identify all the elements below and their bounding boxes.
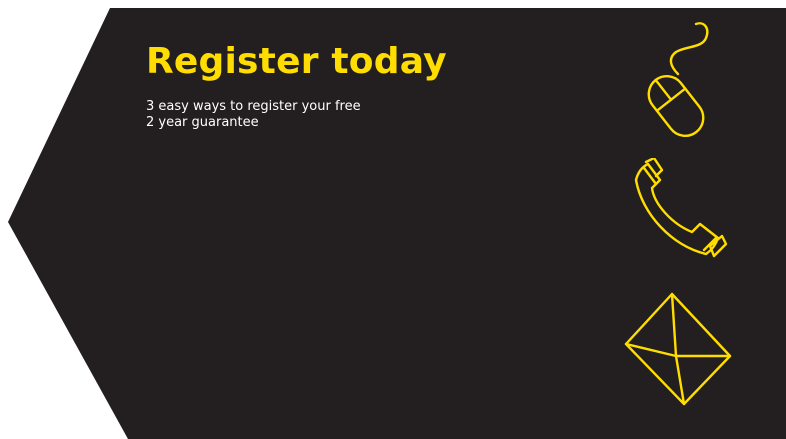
- subtext-line-1: 3 easy ways to register your free: [146, 99, 361, 114]
- page-title: Register today: [146, 41, 447, 82]
- subtext-line-2: 2 year guarantee: [146, 115, 259, 130]
- banner-subtext: 3 easy ways to register your free 2 year…: [146, 99, 361, 131]
- register-banner: Register today 3 easy ways to register y…: [0, 0, 786, 439]
- mouse-icon: [647, 22, 709, 138]
- envelope-icon: [624, 292, 732, 406]
- phone-icon: [634, 158, 728, 258]
